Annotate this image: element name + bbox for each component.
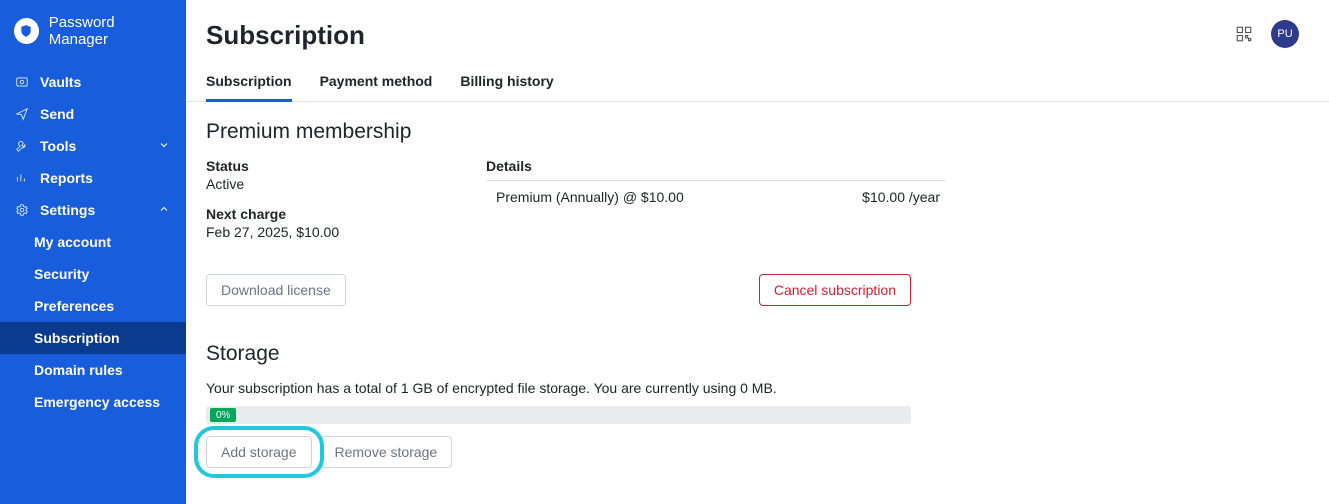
status-label: Status: [206, 158, 446, 174]
premium-actions: Download license Cancel subscription: [206, 274, 911, 306]
sidebar-item-label: Security: [34, 266, 172, 282]
sidebar-item-label: Preferences: [34, 298, 172, 314]
sidebar-item-label: Vaults: [40, 74, 172, 90]
sidebar-sub-my-account[interactable]: My account: [0, 226, 186, 258]
qr-code-icon[interactable]: [1235, 25, 1253, 43]
avatar[interactable]: PU: [1271, 20, 1299, 48]
chevron-up-icon: [158, 202, 172, 218]
brand[interactable]: Password Manager: [0, 0, 186, 66]
sidebar-item-label: Tools: [40, 138, 158, 154]
brand-logo-icon: [14, 18, 39, 44]
premium-right-col: Details Premium (Annually) @ $10.00 $10.…: [486, 158, 946, 254]
sidebar-item-label: Subscription: [34, 330, 172, 346]
storage-progress-bar: 0%: [206, 406, 911, 424]
page-title: Subscription: [206, 20, 365, 51]
details-price: $10.00 /year: [862, 189, 940, 205]
premium-left-col: Status Active Next charge Feb 27, 2025, …: [206, 158, 446, 254]
sidebar-item-label: Emergency access: [34, 394, 172, 410]
premium-row: Status Active Next charge Feb 27, 2025, …: [206, 158, 1309, 254]
download-license-button[interactable]: Download license: [206, 274, 346, 306]
sidebar-item-tools[interactable]: Tools: [0, 130, 186, 162]
details-line: Premium (Annually) @ $10.00 $10.00 /year: [486, 189, 946, 205]
sidebar-sub-subscription[interactable]: Subscription: [0, 322, 186, 354]
cancel-subscription-button[interactable]: Cancel subscription: [759, 274, 911, 306]
sidebar-item-vaults[interactable]: Vaults: [0, 66, 186, 98]
storage-heading: Storage: [206, 342, 911, 366]
details-label: Details: [486, 158, 946, 180]
sidebar-item-send[interactable]: Send: [0, 98, 186, 130]
storage-section: Storage Your subscription has a total of…: [206, 342, 911, 468]
details-divider: [486, 180, 946, 181]
sidebar-item-settings[interactable]: Settings: [0, 194, 186, 226]
tools-icon: [14, 139, 30, 153]
sidebar-nav: Vaults Send Tools Reports Settings: [0, 66, 186, 418]
tab-billing-history[interactable]: Billing history: [460, 73, 553, 101]
storage-percent-badge: 0%: [210, 408, 236, 422]
storage-buttons: Add storage Remove storage: [206, 436, 911, 468]
vault-icon: [14, 75, 30, 89]
remove-storage-button[interactable]: Remove storage: [320, 436, 453, 468]
sidebar-item-label: Send: [40, 106, 172, 122]
add-storage-button[interactable]: Add storage: [206, 436, 312, 468]
sidebar-sub-domain-rules[interactable]: Domain rules: [0, 354, 186, 386]
sidebar: Password Manager Vaults Send Tools Repor…: [0, 0, 186, 504]
status-value: Active: [206, 176, 446, 192]
main-content: Subscription PU Subscription Payment met…: [186, 0, 1329, 504]
reports-icon: [14, 171, 30, 185]
tabs: Subscription Payment method Billing hist…: [186, 51, 1329, 102]
tab-subscription[interactable]: Subscription: [206, 73, 292, 102]
sidebar-item-label: Reports: [40, 170, 172, 186]
brand-name: Password Manager: [49, 14, 172, 48]
gear-icon: [14, 203, 30, 217]
sidebar-sub-preferences[interactable]: Preferences: [0, 290, 186, 322]
page-header: Subscription PU: [186, 0, 1329, 51]
content-body: Premium membership Status Active Next ch…: [186, 102, 1329, 498]
sidebar-sub-security[interactable]: Security: [0, 258, 186, 290]
sidebar-item-label: Settings: [40, 202, 158, 218]
details-item: Premium (Annually) @ $10.00: [496, 189, 684, 205]
sidebar-item-label: My account: [34, 234, 172, 250]
sidebar-item-reports[interactable]: Reports: [0, 162, 186, 194]
sidebar-item-label: Domain rules: [34, 362, 172, 378]
tab-payment-method[interactable]: Payment method: [320, 73, 433, 101]
send-icon: [14, 107, 30, 121]
next-charge-label: Next charge: [206, 206, 446, 222]
chevron-down-icon: [158, 138, 172, 154]
tutorial-highlight: Add storage: [206, 436, 312, 468]
sidebar-sub-emergency-access[interactable]: Emergency access: [0, 386, 186, 418]
header-actions: PU: [1235, 20, 1299, 48]
premium-heading: Premium membership: [206, 120, 1309, 144]
next-charge-value: Feb 27, 2025, $10.00: [206, 224, 446, 240]
storage-desc: Your subscription has a total of 1 GB of…: [206, 380, 911, 396]
